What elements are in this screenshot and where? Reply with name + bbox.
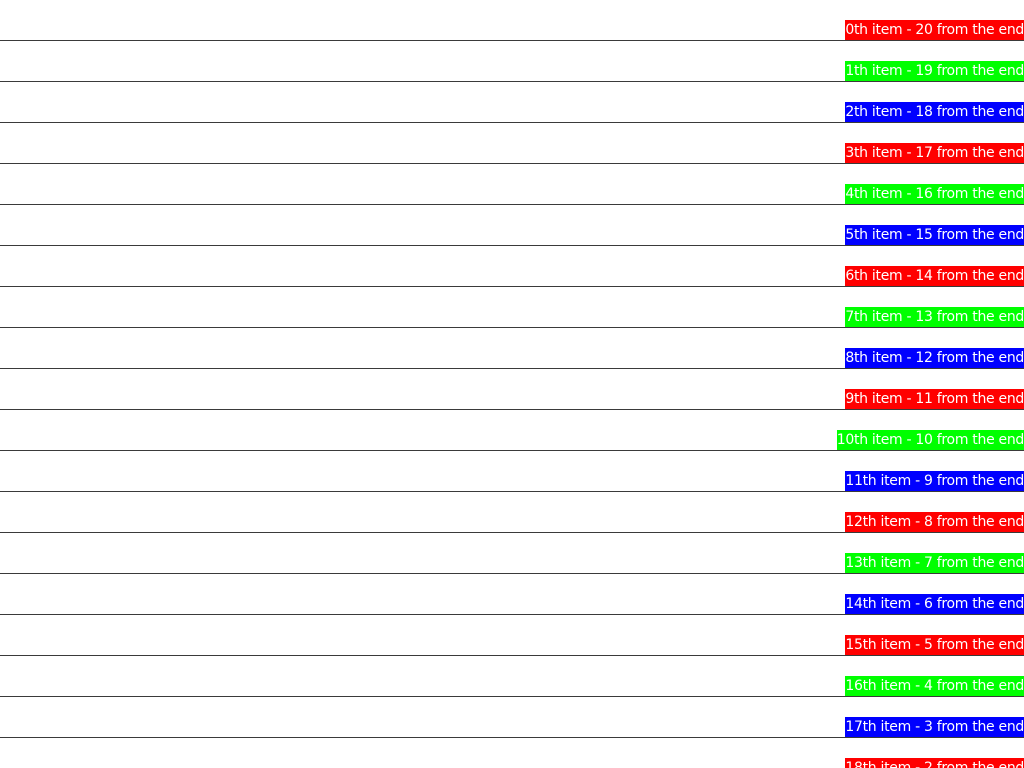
list-item-label: 4th item - 16 from the end [845,184,1024,204]
list-item-label: 3th item - 17 from the end [845,143,1024,163]
list-item-label: 1th item - 19 from the end [845,61,1024,81]
list-item-label: 16th item - 4 from the end [845,676,1024,696]
list-item[interactable]: 14th item - 6 from the end [0,574,1024,615]
list-item-label: 15th item - 5 from the end [845,635,1024,655]
list-item[interactable]: 9th item - 11 from the end [0,369,1024,410]
list-item-label: 11th item - 9 from the end [845,471,1024,491]
list-item[interactable]: 15th item - 5 from the end [0,615,1024,656]
item-list[interactable]: 0th item - 20 from the end 1th item - 19 … [0,0,1024,768]
list-item[interactable]: 12th item - 8 from the end [0,492,1024,533]
list-item[interactable]: 18th item - 2 from the end [0,738,1024,768]
list-item[interactable]: 2th item - 18 from the end [0,82,1024,123]
list-item-label: 9th item - 11 from the end [845,389,1024,409]
list-item-label: 10th item - 10 from the end [836,430,1024,450]
list-item[interactable]: 4th item - 16 from the end [0,164,1024,205]
list-item[interactable]: 5th item - 15 from the end [0,205,1024,246]
list-item-label: 13th item - 7 from the end [845,553,1024,573]
list-item-label: 0th item - 20 from the end [845,20,1024,40]
list-item-label: 5th item - 15 from the end [845,225,1024,245]
list-item-label: 14th item - 6 from the end [845,594,1024,614]
list-item-label: 2th item - 18 from the end [845,102,1024,122]
list-item[interactable]: 7th item - 13 from the end [0,287,1024,328]
list-item-label: 17th item - 3 from the end [845,717,1024,737]
list-item[interactable]: 17th item - 3 from the end [0,697,1024,738]
list-item-label: 18th item - 2 from the end [845,758,1024,768]
list-item-label: 12th item - 8 from the end [845,512,1024,532]
list-item[interactable]: 10th item - 10 from the end [0,410,1024,451]
list-item-label: 8th item - 12 from the end [845,348,1024,368]
list-item[interactable]: 8th item - 12 from the end [0,328,1024,369]
list-item[interactable]: 11th item - 9 from the end [0,451,1024,492]
list-item[interactable]: 16th item - 4 from the end [0,656,1024,697]
list-item-label: 6th item - 14 from the end [845,266,1024,286]
list-item[interactable]: 0th item - 20 from the end [0,0,1024,41]
list-item[interactable]: 13th item - 7 from the end [0,533,1024,574]
list-item[interactable]: 1th item - 19 from the end [0,41,1024,82]
list-item[interactable]: 3th item - 17 from the end [0,123,1024,164]
list-item[interactable]: 6th item - 14 from the end [0,246,1024,287]
list-item-label: 7th item - 13 from the end [845,307,1024,327]
